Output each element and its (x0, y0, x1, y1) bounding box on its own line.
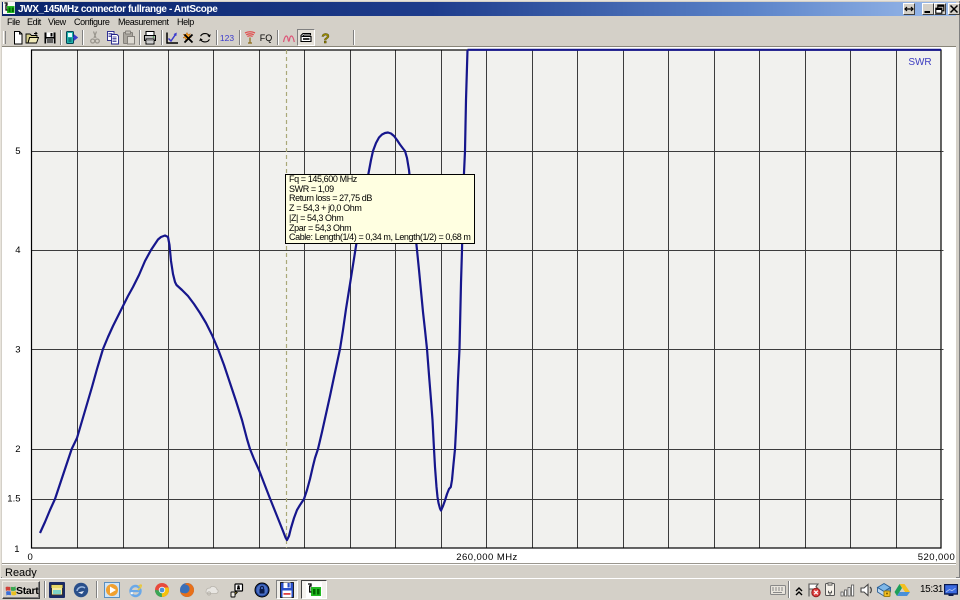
svg-text:520,000: 520,000 (918, 552, 956, 563)
svg-text:1: 1 (14, 544, 19, 555)
svg-text:1.5: 1.5 (7, 493, 20, 504)
svg-text:0: 0 (28, 552, 33, 563)
svg-text:SWR: SWR (908, 57, 931, 68)
svg-text:5: 5 (15, 146, 20, 157)
svg-text:4: 4 (15, 245, 20, 256)
svg-text:3: 3 (15, 345, 20, 356)
svg-text:260,000 MHz: 260,000 MHz (456, 552, 517, 563)
svg-text:2: 2 (15, 444, 20, 455)
